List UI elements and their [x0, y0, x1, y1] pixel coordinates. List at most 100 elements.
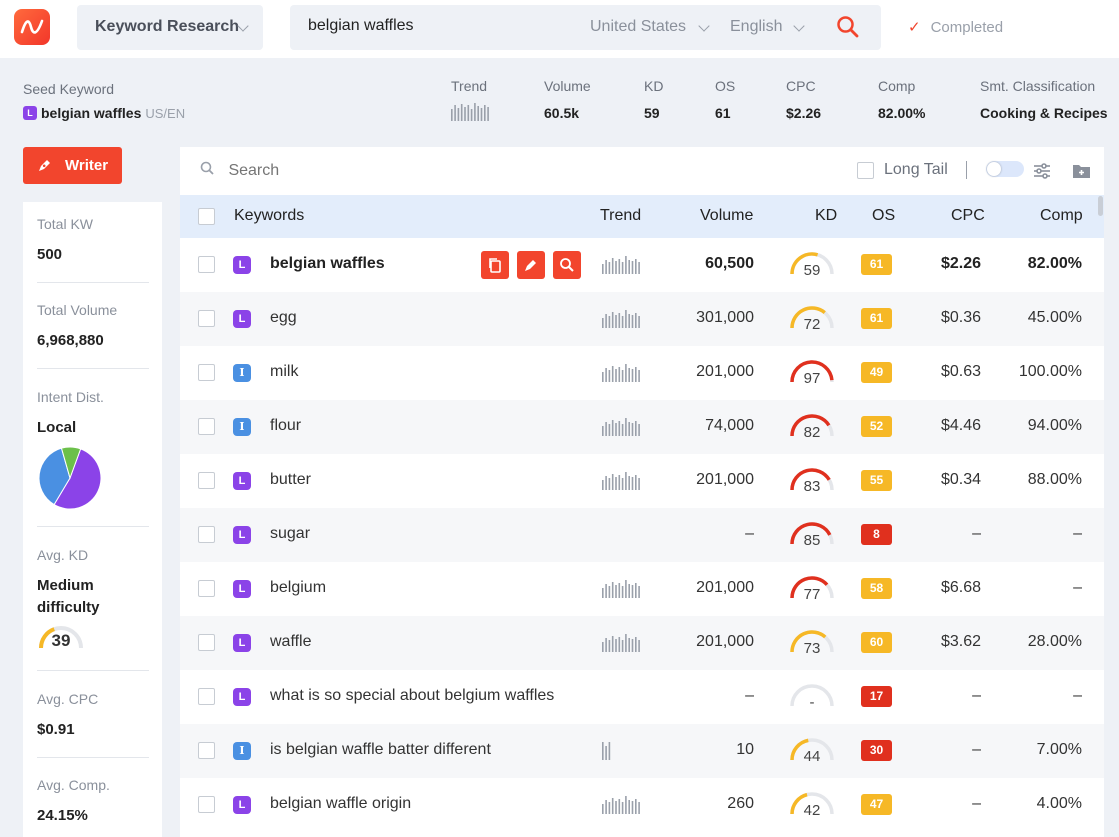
keyword-text[interactable]: belgian waffles [270, 255, 385, 273]
row-checkbox[interactable] [198, 742, 215, 759]
trend-bar [625, 310, 627, 328]
row-checkbox[interactable] [198, 472, 215, 489]
kd-gauge: 83 [788, 463, 836, 499]
scrollbar[interactable] [1098, 196, 1103, 216]
table-row[interactable]: Legg 301,000 72 61 $0.36 45.00% [180, 292, 1104, 346]
language-select[interactable]: English [730, 18, 782, 36]
logo-icon[interactable] [14, 9, 50, 45]
trend-bar [474, 103, 476, 121]
long-tail-label: Long Tail [884, 161, 948, 178]
row-checkbox[interactable] [198, 796, 215, 813]
header-trend[interactable]: Trend [600, 207, 641, 225]
long-tail-filter[interactable]: Long Tail [857, 161, 948, 179]
table-row[interactable]: Iis belgian waffle batter different 10 44 3… [180, 724, 1104, 778]
row-checkbox[interactable] [198, 364, 215, 381]
trend-bar [631, 801, 634, 814]
header-cpc[interactable]: CPC [951, 207, 985, 225]
total-volume-value: 6,968,880 [37, 332, 104, 349]
os-badge: 60 [861, 632, 892, 653]
trend-bar [631, 369, 634, 382]
trend-bar [628, 260, 630, 274]
trend-bar [635, 313, 637, 328]
keyword-input[interactable] [308, 17, 568, 35]
keyword-text[interactable]: flour [270, 417, 301, 435]
keyword-text[interactable]: sugar [270, 525, 310, 543]
header-os[interactable]: OS [872, 207, 895, 225]
write-button[interactable] [517, 251, 545, 279]
seed-keyword-label: Seed Keyword [23, 81, 115, 97]
trend-bar [628, 800, 630, 814]
trend-bar [618, 367, 621, 382]
keyword-text[interactable]: what is so special about belgium waffles [270, 687, 554, 705]
table-row[interactable]: Lbutter 201,000 83 55 $0.34 88.00% [180, 454, 1104, 508]
intent-badge: L [233, 580, 251, 598]
trend-bar [625, 418, 627, 436]
divider [37, 757, 149, 758]
trend-bar [605, 800, 607, 814]
trend-bar [615, 801, 617, 814]
select-all-checkbox[interactable] [198, 208, 215, 225]
keyword-text[interactable]: belgium [270, 579, 326, 597]
search-keyword-button[interactable] [553, 251, 581, 279]
avg-cpc-stat: Avg. CPC $0.91 [37, 691, 149, 741]
cpc-cell: $3.62 [940, 633, 981, 650]
row-checkbox[interactable] [198, 418, 215, 435]
table-row[interactable]: Lwaffle 201,000 73 60 $3.62 28.00% [180, 616, 1104, 670]
row-checkbox[interactable] [198, 634, 215, 651]
row-checkbox[interactable] [198, 688, 215, 705]
os-badge: 61 [861, 308, 892, 329]
keyword-text[interactable]: milk [270, 363, 298, 381]
trend-bar [615, 261, 617, 274]
table-row[interactable]: Lbelgian waffles 60,500 59 61 $2.26 82.00% [180, 238, 1104, 292]
cpc-value: $2.26 [786, 105, 822, 121]
table-row[interactable]: Iflour 74,000 82 52 $4.46 94.00% [180, 400, 1104, 454]
header-comp[interactable]: Comp [1040, 207, 1083, 225]
settings-sliders-icon[interactable] [1033, 162, 1051, 180]
trend-bar [464, 107, 466, 121]
intent-badge: L [23, 106, 37, 120]
long-tail-checkbox[interactable] [857, 161, 874, 179]
row-checkbox[interactable] [198, 256, 215, 273]
trend-bar [487, 107, 489, 121]
seed-locale: US/EN [145, 105, 186, 121]
trend-bar [477, 106, 479, 121]
cpc-cell: $6.68 [940, 579, 981, 596]
table-row[interactable]: Imilk 201,000 97 49 $0.63 100.00% [180, 346, 1104, 400]
keyword-text[interactable]: belgian waffle origin [270, 795, 411, 813]
search-button[interactable] [836, 15, 862, 41]
table-search-input[interactable] [228, 162, 529, 180]
folder-add-icon[interactable] [1072, 163, 1091, 179]
keyword-text[interactable]: butter [270, 471, 311, 489]
intent-dist-value: Local [37, 419, 77, 436]
copy-button[interactable] [481, 251, 509, 279]
avg-comp-label: Avg. Comp. [37, 777, 110, 793]
keyword-text[interactable]: waffle [270, 633, 312, 651]
table-search [200, 161, 529, 180]
header-keywords[interactable]: Keywords [234, 207, 304, 225]
classification-label: Smt. Classification [980, 78, 1096, 94]
row-checkbox[interactable] [198, 580, 215, 597]
seed-keyword: L belgian waffles US/EN [23, 105, 185, 121]
view-toggle[interactable] [986, 161, 1024, 177]
keyword-text[interactable]: egg [270, 309, 297, 327]
trend-bar [625, 796, 627, 814]
table-row[interactable]: Lbelgium 201,000 77 58 $6.68 – [180, 562, 1104, 616]
header-volume[interactable]: Volume [700, 207, 753, 225]
country-select[interactable]: United States [590, 18, 686, 36]
pen-icon [525, 260, 536, 271]
table-row[interactable]: Lwhat is so special about belgium waffle… [180, 670, 1104, 724]
trend-bar [621, 424, 624, 436]
total-kw-stat: Total KW 500 [37, 216, 149, 266]
trend-bar [611, 312, 614, 328]
table-row[interactable]: Lsugar – 85 8 – – [180, 508, 1104, 562]
mode-dropdown[interactable]: Keyword Research [77, 5, 263, 50]
keyword-text[interactable]: is belgian waffle batter different [270, 741, 491, 759]
header-kd[interactable]: KD [815, 207, 837, 225]
writer-button[interactable]: Writer [23, 147, 122, 184]
trend-bar [635, 367, 637, 382]
table-row[interactable]: Lbelgian waffle origin 260 42 47 – 4.00% [180, 778, 1104, 832]
row-checkbox[interactable] [198, 526, 215, 543]
kd-value: 97 [803, 370, 821, 387]
row-checkbox[interactable] [198, 310, 215, 327]
cpc-cell: – [972, 741, 981, 758]
